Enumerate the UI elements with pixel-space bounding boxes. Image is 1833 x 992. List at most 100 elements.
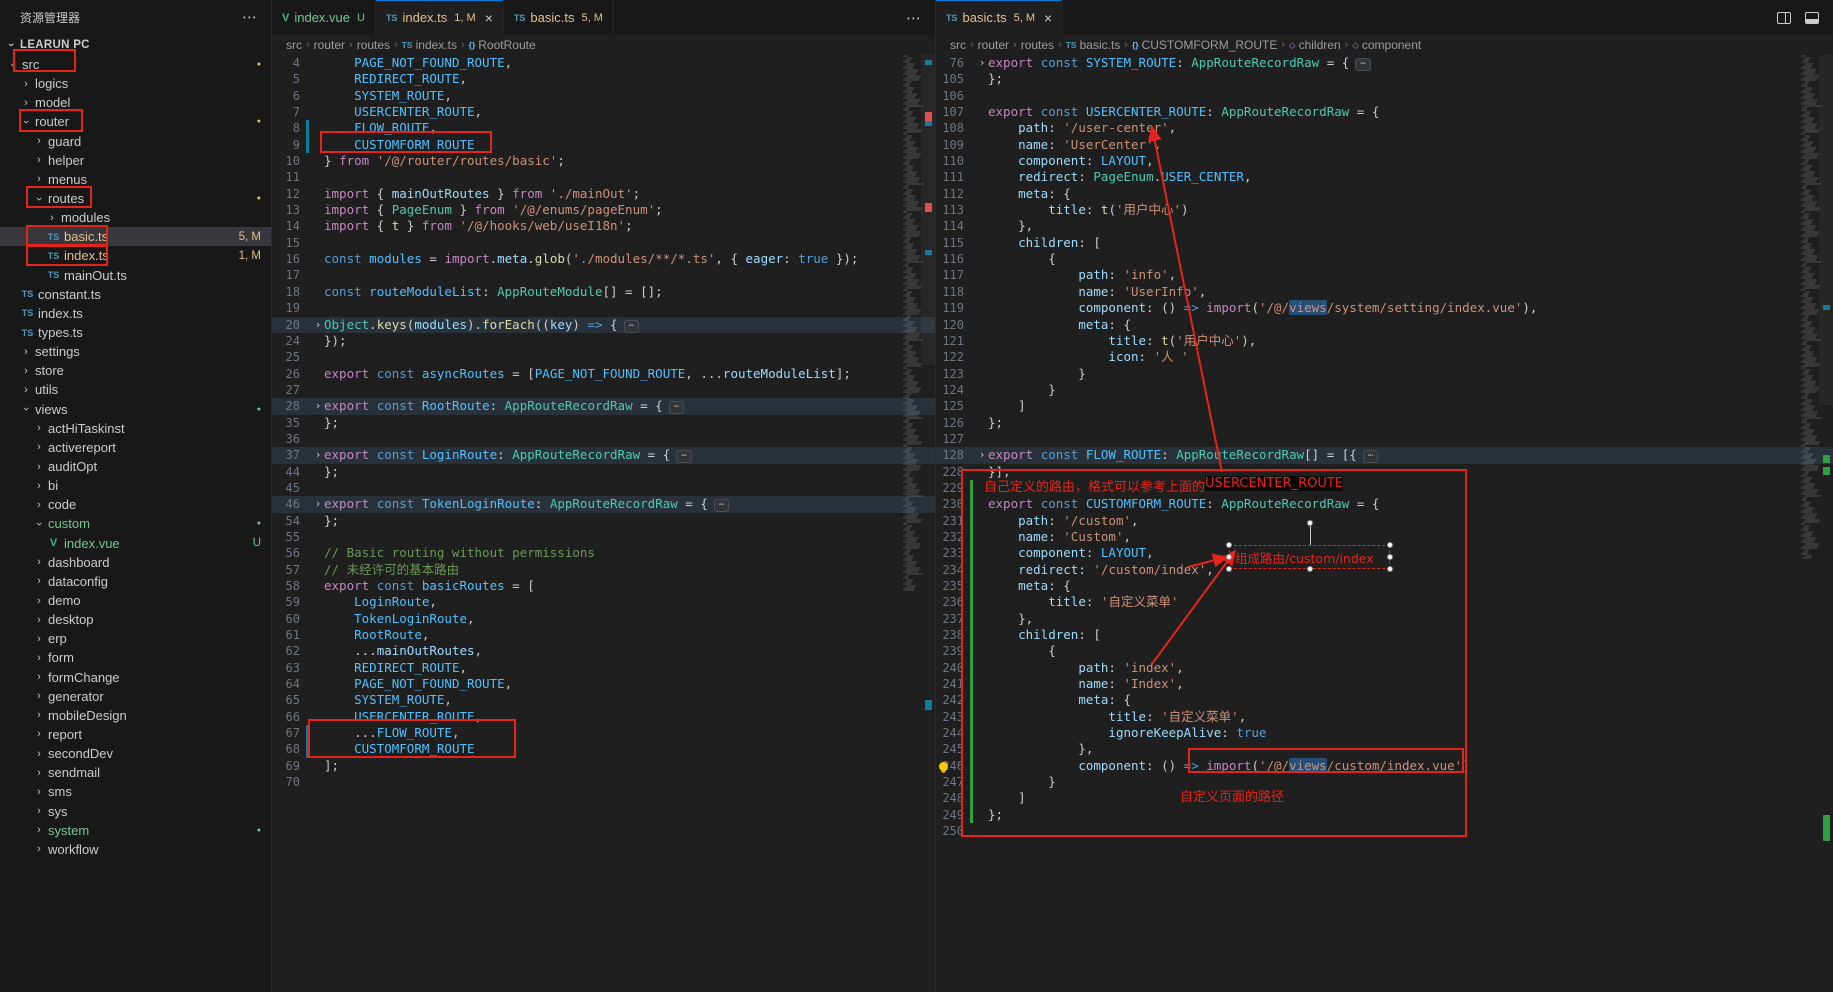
tree-item-store[interactable]: ›store: [0, 361, 271, 380]
tree-item-custom[interactable]: ›custom●: [0, 514, 271, 533]
code-line-112[interactable]: 112 meta: {: [936, 186, 1833, 202]
code-line-236[interactable]: 236 title: '自定义菜单': [936, 594, 1833, 610]
code-line-108[interactable]: 108 path: '/user-center',: [936, 120, 1833, 136]
code-line-240[interactable]: 240 path: 'index',: [936, 660, 1833, 676]
fold-chevron-icon[interactable]: ›: [976, 55, 988, 71]
code-line-115[interactable]: 115 children: [: [936, 235, 1833, 251]
tree-item-logics[interactable]: ›logics: [0, 74, 271, 93]
fold-chevron-icon[interactable]: ›: [976, 447, 988, 463]
folded-code-ellipsis[interactable]: ⋯: [1355, 58, 1370, 71]
code-line-35[interactable]: 35};: [272, 415, 935, 431]
code-line-12[interactable]: 12import { mainOutRoutes } from './mainO…: [272, 186, 935, 202]
code-line-14[interactable]: 14import { t } from '/@/hooks/web/useI18…: [272, 218, 935, 234]
tree-item-types.ts[interactable]: TStypes.ts: [0, 323, 271, 342]
code-line-11[interactable]: 11: [272, 169, 935, 185]
breadcrumb-item-routes[interactable]: routes: [1021, 38, 1054, 52]
breadcrumb-item-router[interactable]: router: [314, 38, 345, 52]
fold-chevron-icon[interactable]: ›: [312, 447, 324, 463]
customize-layout-icon[interactable]: [1805, 12, 1819, 24]
lightbulb-icon[interactable]: [939, 762, 948, 771]
code-line-20[interactable]: 20›Object.keys(modules).forEach((key) =>…: [272, 317, 935, 333]
code-line-46[interactable]: 46›export const TokenLoginRoute: AppRout…: [272, 496, 935, 512]
minimap[interactable]: [1801, 55, 1819, 992]
scrollbar[interactable]: [921, 55, 935, 365]
code-line-60[interactable]: 60 TokenLoginRoute,: [272, 611, 935, 627]
tree-item-dashboard[interactable]: ›dashboard: [0, 553, 271, 572]
code-line-248[interactable]: 248 ]: [936, 790, 1833, 806]
code-line-8[interactable]: 8 FLOW_ROUTE,: [272, 120, 935, 136]
fold-chevron-icon[interactable]: ›: [312, 398, 324, 414]
code-line-128[interactable]: 128›export const FLOW_ROUTE: AppRouteRec…: [936, 447, 1833, 463]
split-editor-icon[interactable]: [1777, 12, 1791, 24]
fold-chevron-icon[interactable]: ›: [312, 317, 324, 333]
folded-code-ellipsis[interactable]: ⋯: [714, 499, 729, 512]
breadcrumb-item-src[interactable]: src: [950, 38, 966, 52]
tree-item-sendmail[interactable]: ›sendmail: [0, 763, 271, 782]
code-line-27[interactable]: 27: [272, 382, 935, 398]
code-line-237[interactable]: 237 },: [936, 611, 1833, 627]
code-line-54[interactable]: 54};: [272, 513, 935, 529]
code-line-230[interactable]: 230export const CUSTOMFORM_ROUTE: AppRou…: [936, 496, 1833, 512]
code-line-26[interactable]: 26export const asyncRoutes = [PAGE_NOT_F…: [272, 366, 935, 382]
code-line-55[interactable]: 55: [272, 529, 935, 545]
breadcrumb-item-children[interactable]: children: [1299, 38, 1341, 52]
code-line-110[interactable]: 110 component: LAYOUT,: [936, 153, 1833, 169]
code-line-114[interactable]: 114 },: [936, 218, 1833, 234]
tree-item-src[interactable]: ›src●: [0, 55, 271, 74]
tree-item-helper[interactable]: ›helper: [0, 151, 271, 170]
code-line-239[interactable]: 239 {: [936, 643, 1833, 659]
code-line-105[interactable]: 105};: [936, 71, 1833, 87]
breadcrumb-item-RootRoute[interactable]: RootRoute: [478, 38, 535, 52]
code-line-250[interactable]: 250: [936, 823, 1833, 839]
code-line-234[interactable]: 234 redirect: '/custom/index',: [936, 562, 1833, 578]
code-line-4[interactable]: 4 PAGE_NOT_FOUND_ROUTE,: [272, 55, 935, 71]
code-line-44[interactable]: 44};: [272, 464, 935, 480]
breadcrumb-item-CUSTOMFORM_ROUTE[interactable]: CUSTOMFORM_ROUTE: [1142, 38, 1278, 52]
code-line-9[interactable]: 9 CUSTOMFORM_ROUTE: [272, 137, 935, 153]
code-line-64[interactable]: 64 PAGE_NOT_FOUND_ROUTE,: [272, 676, 935, 692]
code-line-69[interactable]: 69];: [272, 758, 935, 774]
code-line-123[interactable]: 123 }: [936, 366, 1833, 382]
tab-index.ts[interactable]: TSindex.ts1, M×: [376, 0, 504, 35]
code-line-59[interactable]: 59 LoginRoute,: [272, 594, 935, 610]
tree-item-index.vue[interactable]: Vindex.vueU: [0, 534, 271, 553]
tab-basic.ts[interactable]: TSbasic.ts5, M×: [936, 0, 1063, 35]
code-line-5[interactable]: 5 REDIRECT_ROUTE,: [272, 71, 935, 87]
code-line-231[interactable]: 231 path: '/custom',: [936, 513, 1833, 529]
tree-item-activereport[interactable]: ›activereport: [0, 438, 271, 457]
code-line-15[interactable]: 15: [272, 235, 935, 251]
tab-basic.ts[interactable]: TSbasic.ts5, M: [504, 0, 614, 35]
tree-item-mainOut.ts[interactable]: TSmainOut.ts: [0, 266, 271, 285]
tab-actions-more-icon[interactable]: ⋯: [892, 9, 935, 27]
code-line-127[interactable]: 127: [936, 431, 1833, 447]
tree-item-constant.ts[interactable]: TSconstant.ts: [0, 285, 271, 304]
code-line-36[interactable]: 36: [272, 431, 935, 447]
code-line-62[interactable]: 62 ...mainOutRoutes,: [272, 643, 935, 659]
code-line-56[interactable]: 56// Basic routing without permissions: [272, 545, 935, 561]
fold-chevron-icon[interactable]: ›: [312, 496, 324, 512]
tree-item-system[interactable]: ›system●: [0, 821, 271, 840]
code-line-126[interactable]: 126};: [936, 415, 1833, 431]
code-line-107[interactable]: 107export const USERCENTER_ROUTE: AppRou…: [936, 104, 1833, 120]
code-line-45[interactable]: 45: [272, 480, 935, 496]
code-line-228[interactable]: 228}];: [936, 464, 1833, 480]
code-line-241[interactable]: 241 name: 'Index',: [936, 676, 1833, 692]
code-line-19[interactable]: 19: [272, 300, 935, 316]
code-line-10[interactable]: 10} from '/@/router/routes/basic';: [272, 153, 935, 169]
code-line-24[interactable]: 24});: [272, 333, 935, 349]
code-line-246[interactable]: 246 component: () => import('/@/views/cu…: [936, 758, 1833, 774]
tree-item-settings[interactable]: ›settings: [0, 342, 271, 361]
code-line-6[interactable]: 6 SYSTEM_ROUTE,: [272, 88, 935, 104]
code-line-235[interactable]: 235 meta: {: [936, 578, 1833, 594]
code-line-109[interactable]: 109 name: 'UserCenter',: [936, 137, 1833, 153]
breadcrumb-item-basic.ts[interactable]: basic.ts: [1080, 38, 1121, 52]
code-line-58[interactable]: 58export const basicRoutes = [: [272, 578, 935, 594]
code-line-238[interactable]: 238 children: [: [936, 627, 1833, 643]
code-line-124[interactable]: 124 }: [936, 382, 1833, 398]
code-line-249[interactable]: 249};: [936, 807, 1833, 823]
tree-item-desktop[interactable]: ›desktop: [0, 610, 271, 629]
code-line-233[interactable]: 233 component: LAYOUT,: [936, 545, 1833, 561]
code-line-16[interactable]: 16const modules = import.meta.glob('./mo…: [272, 251, 935, 267]
close-icon[interactable]: ×: [485, 11, 493, 25]
tree-item-menus[interactable]: ›menus: [0, 170, 271, 189]
